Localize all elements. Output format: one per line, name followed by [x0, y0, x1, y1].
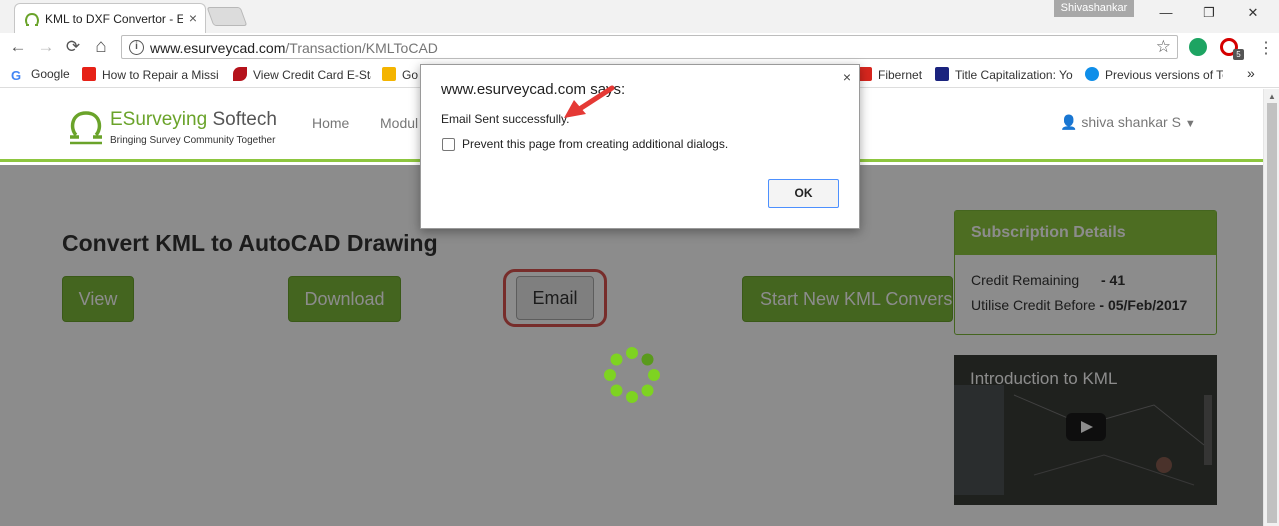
act-icon	[858, 67, 872, 81]
quote-icon	[935, 67, 949, 81]
nav-home[interactable]: Home	[312, 115, 349, 131]
alert-dialog: × www.esurveycad.com says: Email Sent su…	[420, 64, 860, 229]
bookmarks-overflow-icon[interactable]: »	[1247, 65, 1255, 81]
menu-kebab-icon[interactable]: ⋮	[1258, 38, 1274, 58]
brand-name[interactable]: ESurveying Softech	[110, 109, 277, 131]
chevron-down-icon: ▼	[1184, 118, 1196, 130]
page-scrollbar[interactable]: ▲	[1263, 89, 1279, 526]
esurvey-favicon-icon	[25, 12, 39, 26]
youtube-icon	[82, 67, 96, 81]
tab-close-icon[interactable]: ×	[189, 10, 197, 26]
tab-strip: KML to DXF Convertor - E × Shivashankar …	[0, 0, 1279, 33]
loading-spinner-icon	[604, 347, 660, 403]
brand-tagline: Bringing Survey Community Together	[110, 135, 276, 146]
pencil-icon	[382, 67, 396, 81]
scroll-up-icon[interactable]: ▲	[1268, 92, 1276, 101]
new-tab-button[interactable]	[206, 7, 248, 26]
omega-logo-icon	[70, 111, 102, 145]
dialog-message: Email Sent successfully.	[441, 112, 570, 126]
info-icon[interactable]: i	[129, 40, 144, 55]
user-menu[interactable]: 👤 shiva shankar S ▼	[1060, 114, 1196, 131]
red-arrow-annotation-icon	[564, 85, 615, 118]
minimize-icon[interactable]: —	[1156, 4, 1176, 22]
bank-icon	[233, 67, 247, 81]
bookmark-star-icon[interactable]: ☆	[1156, 37, 1171, 57]
tab-title: KML to DXF Convertor - E	[45, 12, 183, 26]
close-window-icon[interactable]: ✕	[1243, 4, 1263, 22]
prevent-dialogs-checkbox[interactable]	[442, 138, 455, 151]
prevent-dialogs-label[interactable]: Prevent this page from creating addition…	[462, 137, 728, 151]
bookmark-youtube[interactable]: How to Repair a Missi	[82, 67, 220, 82]
bookmark-google[interactable]: G Google	[11, 67, 79, 83]
nav-modules[interactable]: Modul	[380, 115, 418, 131]
restore-icon[interactable]: ❐	[1199, 4, 1219, 22]
back-icon[interactable]: ←	[8, 37, 28, 57]
extension-count-badge: 5	[1233, 49, 1244, 60]
dialog-close-icon[interactable]: ×	[843, 69, 851, 85]
forward-icon[interactable]: →	[36, 37, 56, 57]
bookmark-fibernet[interactable]: Fibernet	[858, 67, 926, 82]
google-icon: G	[11, 69, 25, 83]
address-bar[interactable]: i www.esurveycad.com/Transaction/KMLToCA…	[121, 35, 1178, 59]
bookmark-title-cap[interactable]: Title Capitalization: Yo	[935, 67, 1073, 82]
teamviewer-icon	[1085, 67, 1099, 81]
reload-icon[interactable]: ⟳	[63, 37, 83, 57]
user-name: shiva shankar S	[1081, 114, 1181, 130]
bookmark-teamviewer[interactable]: Previous versions of Te	[1085, 67, 1223, 82]
url-text: www.esurveycad.com/Transaction/KMLToCAD	[150, 40, 438, 56]
browser-tab[interactable]: KML to DXF Convertor - E ×	[14, 3, 206, 33]
bookmark-credit-card[interactable]: View Credit Card E-Sta	[233, 67, 371, 82]
hangouts-extension-icon[interactable]	[1189, 38, 1207, 56]
profile-badge[interactable]: Shivashankar	[1054, 0, 1134, 17]
scroll-thumb[interactable]	[1267, 103, 1277, 523]
home-icon[interactable]: ⌂	[91, 37, 111, 57]
browser-toolbar: ← → ⟳ ⌂ i www.esurveycad.com/Transaction…	[0, 33, 1279, 62]
bookmark-go[interactable]: Go	[382, 67, 420, 82]
ok-button[interactable]: OK	[768, 179, 839, 208]
user-icon: 👤	[1060, 114, 1078, 130]
